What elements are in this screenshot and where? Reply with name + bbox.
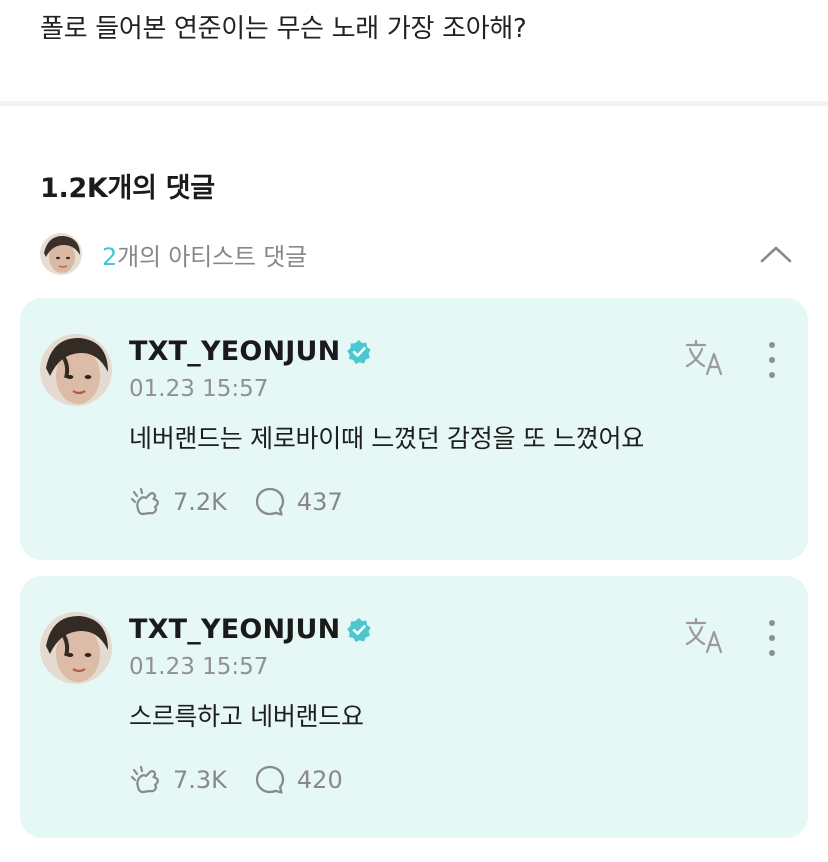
more-vertical-icon[interactable]: [758, 616, 786, 660]
reply-icon: [253, 485, 287, 519]
comment-timestamp: 01.23 15:57: [129, 376, 269, 402]
reply-count: 437: [296, 488, 343, 516]
artist-comment-card: TXT_YEONJUN 01.23 15:57 스르륵하고 네버랜드요 7.3K: [20, 576, 808, 838]
translate-icon[interactable]: [684, 616, 726, 656]
cheer-button[interactable]: 7.2K: [129, 485, 227, 519]
artist-comment-card: TXT_YEONJUN 01.23 15:57 네버랜드는 제로바이때 느꼈던 …: [20, 298, 808, 560]
comment-author-name: TXT_YEONJUN: [129, 336, 341, 367]
cheer-icon: [129, 763, 163, 797]
reply-count: 420: [296, 766, 343, 794]
reply-button[interactable]: 420: [253, 763, 343, 797]
cheer-icon: [129, 485, 163, 519]
comment-actions: 7.2K 437: [129, 485, 369, 519]
cheer-button[interactable]: 7.3K: [129, 763, 227, 797]
comment-body: 스르륵하고 네버랜드요: [129, 702, 364, 731]
artist-comment-count: 2: [102, 242, 118, 271]
avatar[interactable]: [40, 334, 112, 406]
avatar: [40, 233, 82, 275]
artist-comments-label: 2개의 아티스트 댓글: [102, 237, 307, 272]
comment-timestamp: 01.23 15:57: [129, 654, 269, 680]
artist-comment-label-text: 개의 아티스트 댓글: [117, 242, 307, 271]
cheer-count: 7.3K: [173, 766, 227, 794]
post-text: 폴로 들어본 연준이는 무슨 노래 가장 조아해?: [40, 14, 527, 44]
cheer-count: 7.2K: [173, 488, 227, 516]
verified-badge-icon: [346, 339, 372, 365]
artist-comments-toggle[interactable]: 2개의 아티스트 댓글: [40, 233, 800, 275]
comment-author[interactable]: TXT_YEONJUN: [129, 614, 372, 645]
reply-button[interactable]: 437: [253, 485, 343, 519]
translate-icon[interactable]: [684, 338, 726, 378]
comment-author[interactable]: TXT_YEONJUN: [129, 336, 372, 367]
comment-body: 네버랜드는 제로바이때 느꼈던 감정을 또 느꼈어요: [129, 424, 644, 453]
section-divider: [0, 101, 828, 106]
comment-count-title: 1.2K개의 댓글: [40, 173, 215, 204]
more-vertical-icon[interactable]: [758, 338, 786, 382]
comment-author-name: TXT_YEONJUN: [129, 614, 341, 645]
reply-icon: [253, 763, 287, 797]
avatar[interactable]: [40, 612, 112, 684]
chevron-up-icon[interactable]: [758, 237, 794, 271]
verified-badge-icon: [346, 617, 372, 643]
comment-actions: 7.3K 420: [129, 763, 369, 797]
